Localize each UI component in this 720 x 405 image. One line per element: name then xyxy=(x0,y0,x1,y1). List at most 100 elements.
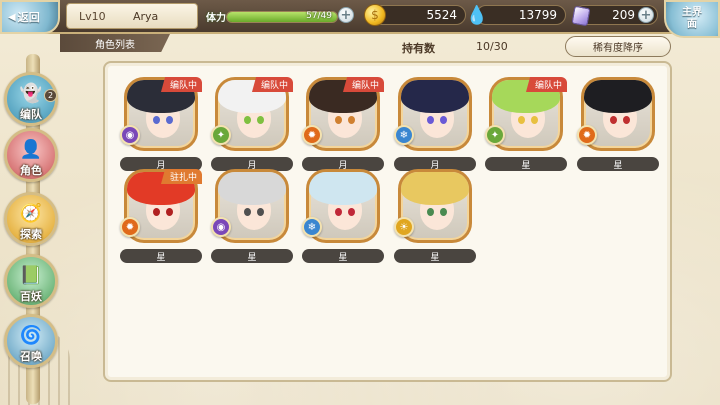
status-badge: 编队中 xyxy=(251,77,293,92)
rarity-label: 星 xyxy=(211,249,293,263)
character-card[interactable]: 编队中 ✦ 星 xyxy=(485,77,567,173)
owned-label: 持有数 xyxy=(402,42,435,55)
character-hair xyxy=(309,172,377,205)
nav-item-explore[interactable]: 🧭 探索 xyxy=(4,192,58,246)
rarity-label: 星 xyxy=(577,157,659,171)
character-eye xyxy=(610,116,617,124)
stamina-label: 体力 xyxy=(206,13,226,24)
back-arrow-icon: ◀ xyxy=(8,11,16,23)
rarity-label: 星 xyxy=(302,249,384,263)
element-fire-icon: ✹ xyxy=(120,217,140,237)
status-badge: 编队中 xyxy=(160,77,202,92)
character-card[interactable]: 编队中 ◉ 月 xyxy=(120,77,202,173)
sort-button[interactable]: 稀有度降序 xyxy=(565,36,671,57)
character-card[interactable]: ☀ 星 xyxy=(394,169,476,265)
character-eye xyxy=(153,208,160,216)
element-water-icon: ❄ xyxy=(394,125,414,145)
cat-ghost-icon: 👻 xyxy=(19,83,43,104)
status-badge: 编队中 xyxy=(525,77,567,92)
character-eye xyxy=(257,116,264,124)
character-eye xyxy=(518,116,525,124)
top-bar: ◀ 返回 Lv10 Arya 体力 57/49 + 5524 $ 13799 💧… xyxy=(0,0,720,38)
element-wind-icon: ✦ xyxy=(485,125,505,145)
add-crystal-button[interactable]: + xyxy=(638,7,654,23)
rarity-label: 星 xyxy=(120,249,202,263)
character-eye xyxy=(531,116,538,124)
coin-value: 5524 xyxy=(426,8,457,22)
player-name: Arya xyxy=(133,9,159,23)
side-nav: 👻 2 编队 👤 角色 🧭 探索 📗 百妖 🌀 召唤 xyxy=(0,36,64,405)
crystal-icon-wrap xyxy=(570,5,592,27)
gem-counter: 13799 xyxy=(476,5,566,25)
stamina-value: 57/49 xyxy=(306,11,332,21)
player-info: Lv10 Arya xyxy=(66,3,198,29)
nav-label-summon: 召唤 xyxy=(20,350,42,363)
nav-label-character: 角色 xyxy=(20,164,42,177)
add-stamina-button[interactable]: + xyxy=(338,7,354,23)
character-card[interactable]: ◉ 星 xyxy=(211,169,293,265)
nav-label-explore: 探索 xyxy=(20,228,42,241)
sort-label: 稀有度降序 xyxy=(593,43,643,54)
summon-swirl-icon: 🌀 xyxy=(19,325,43,346)
element-fire-icon: ✹ xyxy=(302,125,322,145)
character-eye xyxy=(440,208,447,216)
character-eye xyxy=(257,208,264,216)
character-eye xyxy=(244,208,251,216)
coin-icon: $ xyxy=(364,4,386,26)
back-button[interactable]: ◀ 返回 xyxy=(0,0,60,34)
back-label: 返回 xyxy=(17,11,40,24)
character-card[interactable]: 驻扎中 ✹ 星 xyxy=(120,169,202,265)
nav-label-yokai: 百妖 xyxy=(20,290,42,303)
nav-item-yokai[interactable]: 📗 百妖 xyxy=(4,254,58,308)
owned-count: 10/30 xyxy=(476,40,508,53)
character-icon: 👤 xyxy=(19,139,43,160)
yokai-book-icon: 📗 xyxy=(19,265,43,286)
character-hair xyxy=(584,80,652,113)
character-card[interactable]: ❄ 星 xyxy=(302,169,384,265)
character-eye xyxy=(335,116,342,124)
element-water-icon: ❄ xyxy=(302,217,322,237)
character-eye xyxy=(335,208,342,216)
nav-label-formation: 编队 xyxy=(20,108,42,121)
character-card[interactable]: 编队中 ✹ 月 xyxy=(302,77,384,173)
player-level: Lv10 xyxy=(79,9,106,23)
character-eye xyxy=(166,208,173,216)
rarity-label: 星 xyxy=(485,157,567,171)
character-list-panel: 编队中 ◉ 月编队中 ✦ 月编队中 ✹ 月 ❄ 月编队中 ✦ 星 ✹ 星驻扎中 ✹ 星 ◉ 星 ❄ 星 ☀ 星 xyxy=(103,61,672,382)
main-menu-button[interactable]: 主界面 xyxy=(664,0,720,38)
character-eye xyxy=(440,116,447,124)
crystal-value: 209 xyxy=(612,8,635,22)
character-card[interactable]: 编队中 ✦ 月 xyxy=(211,77,293,173)
character-eye xyxy=(348,208,355,216)
element-fire-icon: ✹ xyxy=(577,125,597,145)
page-title-label: 角色列表 xyxy=(95,39,135,51)
water-drop-icon: 💧 xyxy=(465,4,489,26)
nav-item-formation[interactable]: 👻 2 编队 xyxy=(4,72,58,126)
compass-icon: 🧭 xyxy=(19,203,43,224)
gem-value: 13799 xyxy=(518,8,557,22)
character-hair xyxy=(218,172,286,205)
character-hair xyxy=(401,172,469,205)
character-card[interactable]: ❄ 月 xyxy=(394,77,476,173)
character-eye xyxy=(427,208,434,216)
status-badge: 驻扎中 xyxy=(160,169,202,184)
status-badge: 编队中 xyxy=(342,77,384,92)
formation-badge: 2 xyxy=(44,89,57,102)
rarity-label: 星 xyxy=(394,249,476,263)
character-hair xyxy=(401,80,469,113)
character-eye xyxy=(623,116,630,124)
nav-item-summon[interactable]: 🌀 召唤 xyxy=(4,314,58,368)
page-title: 角色列表 xyxy=(60,34,170,52)
character-eye xyxy=(348,116,355,124)
element-wind-icon: ✦ xyxy=(211,125,231,145)
character-eye xyxy=(244,116,251,124)
crystal-icon xyxy=(571,5,591,27)
character-eye xyxy=(427,116,434,124)
character-card[interactable]: ✹ 星 xyxy=(577,77,659,173)
element-dark-icon: ◉ xyxy=(211,217,231,237)
stamina-meter: 体力 57/49 + xyxy=(204,5,354,27)
main-menu-label: 主界面 xyxy=(682,7,702,30)
character-eye xyxy=(166,116,173,124)
element-dark-icon: ◉ xyxy=(120,125,140,145)
nav-item-character[interactable]: 👤 角色 xyxy=(4,128,58,182)
